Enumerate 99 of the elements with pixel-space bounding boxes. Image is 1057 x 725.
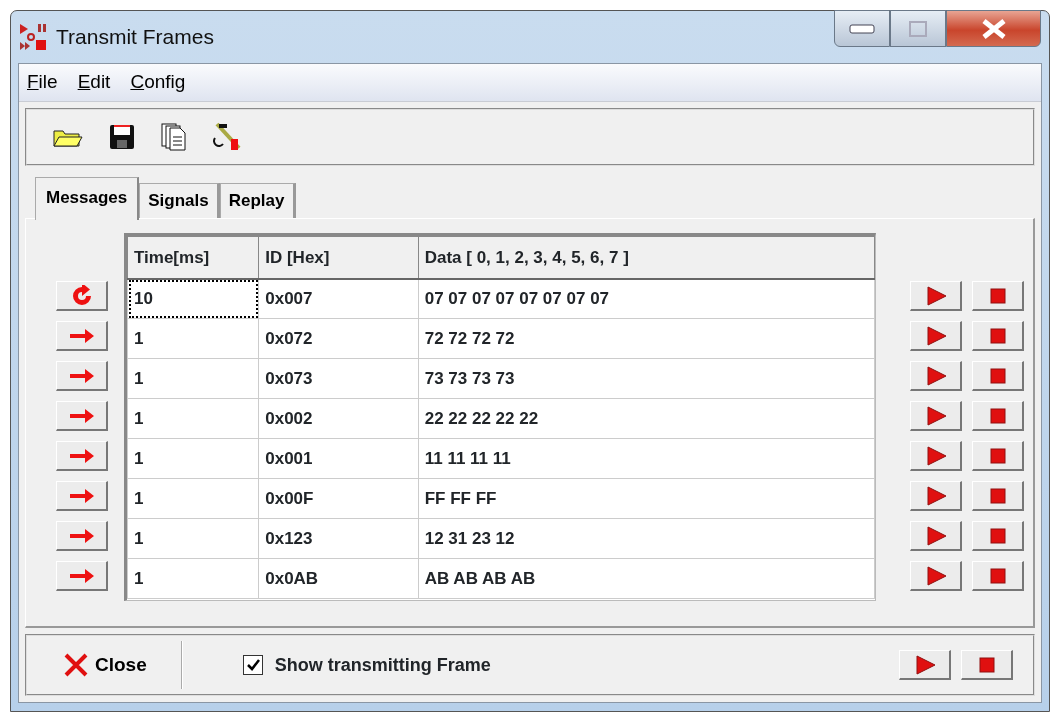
play-button[interactable] <box>910 281 962 311</box>
stop-button[interactable] <box>972 561 1024 591</box>
play-icon <box>924 285 947 306</box>
play-button[interactable] <box>910 521 962 551</box>
arrow-right-icon <box>68 407 95 424</box>
tools-icon[interactable] <box>213 122 241 152</box>
table-cell: 0x002 <box>258 398 419 439</box>
table-cell: 0x00F <box>258 478 419 519</box>
table-cell: 22 22 22 22 22 <box>418 398 875 439</box>
play-button[interactable] <box>910 401 962 431</box>
play-button[interactable] <box>910 441 962 471</box>
table-cell: 0x073 <box>258 358 419 399</box>
arrow-right-icon <box>68 367 95 384</box>
stop-icon <box>989 327 1006 344</box>
stop-icon <box>989 527 1006 544</box>
column-header[interactable]: Time[ms] <box>127 236 259 279</box>
menu-item[interactable]: Edit <box>77 68 111 97</box>
play-button[interactable] <box>910 361 962 391</box>
table-cell: 1 <box>127 318 259 359</box>
stop-button[interactable] <box>972 321 1024 351</box>
stop-button[interactable] <box>972 521 1024 551</box>
send-button[interactable] <box>56 481 108 511</box>
column-header[interactable]: Data [ 0, 1, 2, 3, 4, 5, 6, 7 ] <box>418 236 875 279</box>
play-icon <box>924 485 947 506</box>
stop-icon <box>989 367 1006 384</box>
play-all-button[interactable] <box>899 650 951 680</box>
play-icon <box>924 525 947 546</box>
table-cell: 12 31 23 12 <box>418 518 875 559</box>
save-icon[interactable] <box>109 124 135 150</box>
stop-button[interactable] <box>972 281 1024 311</box>
stop-icon <box>989 567 1006 584</box>
play-icon <box>924 565 947 586</box>
play-button[interactable] <box>910 481 962 511</box>
table-cell: 1 <box>127 358 259 399</box>
send-button[interactable] <box>56 321 108 351</box>
stop-icon <box>978 656 995 673</box>
arrow-right-icon <box>68 567 95 584</box>
arrow-right-icon <box>68 487 95 504</box>
app-icon <box>18 22 48 52</box>
table-cell: 0x072 <box>258 318 419 359</box>
table-cell: 0x0AB <box>258 558 419 599</box>
stop-icon <box>989 407 1006 424</box>
maximize-icon <box>909 20 927 37</box>
close-icon <box>980 18 1007 39</box>
copy-icon[interactable] <box>161 123 187 151</box>
send-button[interactable] <box>56 521 108 551</box>
table-cell: FF FF FF <box>418 478 875 519</box>
table-cell: 0x007 <box>258 278 419 319</box>
minimize-icon <box>849 23 875 34</box>
stop-icon <box>989 287 1006 304</box>
table-cell: 1 <box>127 478 259 519</box>
close-window-button[interactable] <box>946 10 1041 47</box>
stop-button[interactable] <box>972 361 1024 391</box>
stop-icon <box>989 487 1006 504</box>
table-cell: 1 <box>127 438 259 479</box>
arrow-right-icon <box>68 327 95 344</box>
tab[interactable]: Signals <box>139 183 220 218</box>
tab[interactable]: Messages <box>35 177 140 220</box>
stop-icon <box>989 447 1006 464</box>
menu-item[interactable]: Config <box>130 68 186 97</box>
stop-button[interactable] <box>972 401 1024 431</box>
close-icon <box>63 653 89 677</box>
menu-item[interactable]: File <box>27 68 58 97</box>
window-title: Transmit Frames <box>56 24 214 51</box>
cyclic-send-button[interactable] <box>56 281 108 311</box>
send-button[interactable] <box>56 361 108 391</box>
play-button[interactable] <box>910 321 962 351</box>
stop-all-button[interactable] <box>961 650 1013 680</box>
maximize-button[interactable] <box>890 10 946 47</box>
table-cell: 72 72 72 72 <box>418 318 875 359</box>
send-button[interactable] <box>56 401 108 431</box>
checkbox[interactable] <box>242 655 263 675</box>
arrow-right-icon <box>68 447 95 464</box>
checkbox-label: Show transmitting Frame <box>274 653 491 677</box>
stop-button[interactable] <box>972 481 1024 511</box>
table-cell: 10 <box>127 278 259 319</box>
table-cell: 1 <box>127 398 259 439</box>
play-icon <box>924 365 947 386</box>
play-icon <box>924 325 947 346</box>
table-cell: AB AB AB AB <box>418 558 875 599</box>
table-cell: 11 11 11 11 <box>418 438 875 479</box>
send-button[interactable] <box>56 561 108 591</box>
table-cell: 07 07 07 07 07 07 07 07 <box>418 278 875 319</box>
minimize-button[interactable] <box>834 10 890 47</box>
tab[interactable]: Replay <box>219 183 296 218</box>
play-icon <box>913 654 936 675</box>
column-header[interactable]: ID [Hex] <box>258 236 419 279</box>
table-cell: 73 73 73 73 <box>418 358 875 399</box>
table-cell: 1 <box>127 518 259 559</box>
play-icon <box>924 445 947 466</box>
table-cell: 1 <box>127 558 259 599</box>
table-cell: 0x123 <box>258 518 419 559</box>
stop-button[interactable] <box>972 441 1024 471</box>
table-cell: 0x001 <box>258 438 419 479</box>
send-button[interactable] <box>56 441 108 471</box>
play-button[interactable] <box>910 561 962 591</box>
arrow-right-icon <box>68 527 95 544</box>
close-button[interactable]: Close <box>63 650 147 680</box>
play-icon <box>924 405 947 426</box>
